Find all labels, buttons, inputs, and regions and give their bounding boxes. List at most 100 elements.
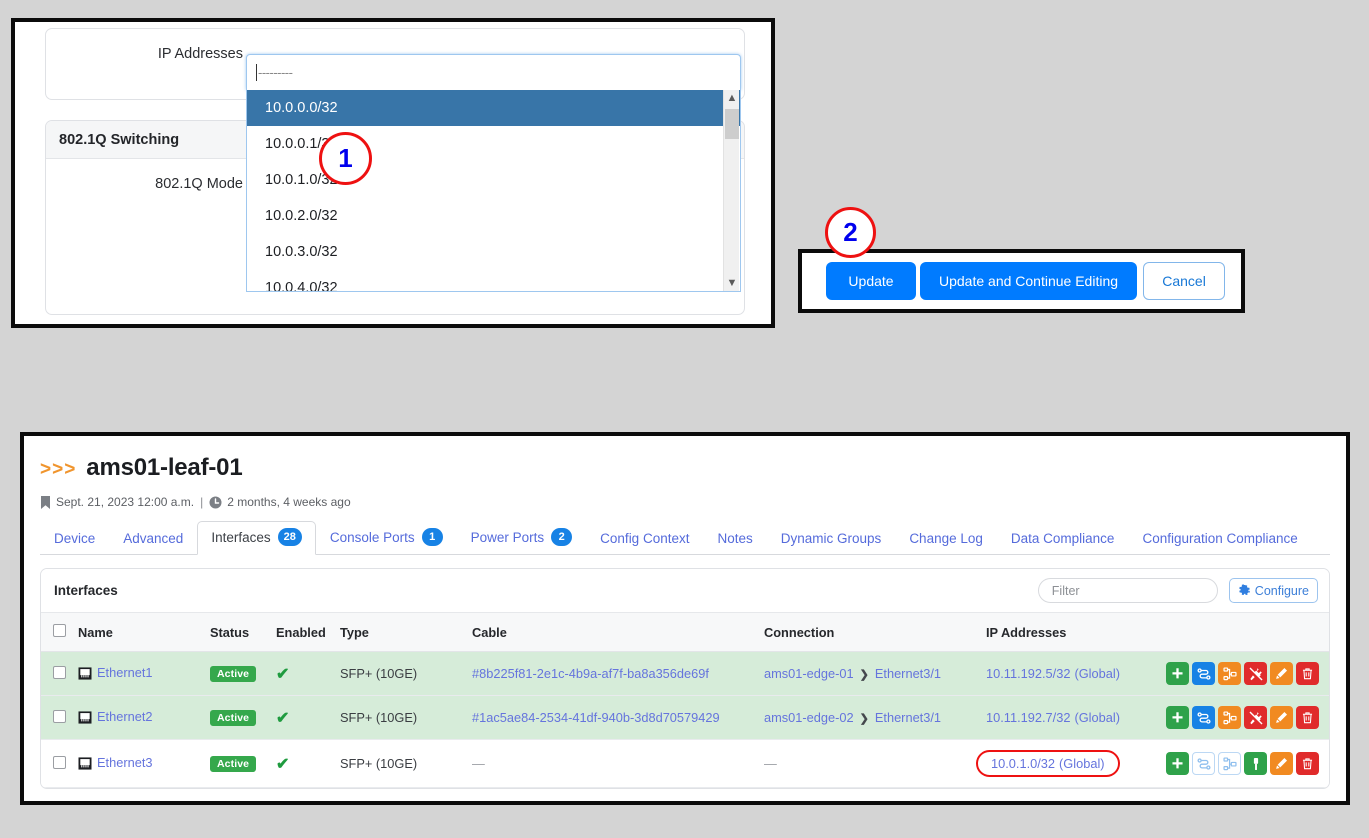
disconnect-icon[interactable] [1244, 706, 1267, 729]
connection-cell: ams01-edge-02❯Ethernet3/1 [758, 696, 980, 740]
option-list-scrollbar[interactable]: ▲ ▼ [723, 90, 739, 292]
tab-label: Console Ports [330, 530, 415, 545]
delete-icon[interactable] [1296, 662, 1319, 685]
cable-cell: #1ac5ae84-2534-41df-940b-3d8d70579429 [466, 696, 758, 740]
filter-placeholder: Filter [1052, 584, 1080, 598]
ip-address-combobox[interactable]: --------- 10.0.0.0/32 10.0.0.1/32 10.0.1… [246, 54, 741, 292]
table-row: Ethernet2Active✔SFP+ (10GE)#1ac5ae84-253… [41, 696, 1329, 740]
option-item[interactable]: 10.0.4.0/32 [247, 270, 740, 292]
row-checkbox[interactable] [53, 666, 66, 679]
ip-address-option-list[interactable]: 10.0.0.0/32 10.0.0.1/32 10.0.1.0/32 10.0… [246, 90, 741, 292]
empty-value: — [764, 756, 777, 771]
connection-interface-link[interactable]: Ethernet3/1 [875, 710, 941, 725]
trace-icon[interactable] [1192, 706, 1215, 729]
tab-dynamic-groups[interactable]: Dynamic Groups [767, 524, 896, 555]
connection-interface-link[interactable]: Ethernet3/1 [875, 666, 941, 681]
ip-address-link[interactable]: 10.11.192.7/32 [986, 710, 1070, 725]
tab-notes[interactable]: Notes [703, 524, 766, 555]
column-header-connection[interactable]: Connection [758, 613, 980, 652]
breadcrumb-arrows-icon: >>> [40, 459, 76, 481]
clock-icon [209, 496, 222, 509]
interface-port-icon [78, 757, 92, 773]
scrollbar-thumb[interactable] [725, 109, 739, 139]
tab-config-context[interactable]: Config Context [586, 524, 703, 555]
ip-address-link[interactable]: 10.11.192.5/32 [986, 666, 1070, 681]
select-all-checkbox[interactable] [53, 624, 66, 637]
update-button[interactable]: Update [826, 262, 916, 300]
add-icon[interactable] [1166, 706, 1189, 729]
page-title: ams01-leaf-01 [86, 454, 242, 482]
interface-name-cell: Ethernet2 [72, 696, 204, 740]
column-header-ip-addresses[interactable]: IP Addresses [980, 613, 1158, 652]
status-badge[interactable]: Active [210, 710, 256, 726]
tab-interfaces[interactable]: Interfaces28 [197, 521, 316, 555]
enabled-cell: ✔ [270, 652, 334, 696]
add-icon[interactable] [1166, 662, 1189, 685]
interfaces-table-title: Interfaces [54, 583, 118, 598]
tab-label: Dynamic Groups [781, 531, 882, 546]
tab-data-compliance[interactable]: Data Compliance [997, 524, 1129, 555]
trace-icon-disabled[interactable] [1192, 752, 1215, 775]
cable-cell: #8b225f81-2e1c-4b9a-af7f-ba8a356de69f [466, 652, 758, 696]
cable-cell: — [466, 740, 758, 788]
filter-input[interactable]: Filter [1038, 578, 1218, 603]
combobox-placeholder: --------- [258, 65, 292, 80]
option-item[interactable]: 10.0.0.0/32 [247, 90, 740, 126]
row-actions-cell [1158, 652, 1329, 696]
status-badge[interactable]: Active [210, 756, 256, 772]
column-header-status[interactable]: Status [204, 613, 270, 652]
tab-label: Change Log [909, 531, 983, 546]
tab-advanced[interactable]: Advanced [109, 524, 197, 555]
ip-address-value: 10.11.192.7/32(Global) [986, 710, 1120, 725]
trace-icon[interactable] [1192, 662, 1215, 685]
cancel-button[interactable]: Cancel [1143, 262, 1225, 300]
cable-link[interactable]: #1ac5ae84-2534-41df-940b-3d8d70579429 [472, 710, 720, 725]
add-icon[interactable] [1166, 752, 1189, 775]
connection-device-link[interactable]: ams01-edge-02 [764, 710, 854, 725]
cable-link[interactable]: #8b225f81-2e1c-4b9a-af7f-ba8a356de69f [472, 666, 709, 681]
delete-icon[interactable] [1296, 752, 1319, 775]
mode-label: 802.1Q Mode [46, 173, 260, 195]
interface-name-link[interactable]: Ethernet3 [97, 755, 153, 770]
column-header-enabled[interactable]: Enabled [270, 613, 334, 652]
update-and-continue-editing-button[interactable]: Update and Continue Editing [920, 262, 1137, 300]
tab-power-ports[interactable]: Power Ports2 [457, 521, 587, 555]
edit-icon[interactable] [1270, 662, 1293, 685]
meta-date: Sept. 21, 2023 12:00 a.m. [56, 495, 194, 509]
topology-icon[interactable] [1218, 706, 1241, 729]
row-actions [1164, 752, 1323, 775]
scroll-down-arrow-icon[interactable]: ▼ [724, 275, 740, 292]
topology-icon-disabled[interactable] [1218, 752, 1241, 775]
ip-address-link[interactable]: 10.0.1.0/32 [991, 756, 1055, 771]
connect-icon[interactable] [1244, 752, 1267, 775]
option-item[interactable]: 10.0.2.0/32 [247, 198, 740, 234]
interface-name-link[interactable]: Ethernet2 [97, 709, 153, 724]
column-header-type[interactable]: Type [334, 613, 466, 652]
delete-icon[interactable] [1296, 706, 1319, 729]
meta-relative-time: 2 months, 4 weeks ago [227, 495, 350, 509]
configure-button[interactable]: Configure [1229, 578, 1318, 603]
column-header-name[interactable]: Name [72, 613, 204, 652]
tab-console-ports[interactable]: Console Ports1 [316, 521, 457, 555]
table-row: Ethernet3Active✔SFP+ (10GE)——10.0.1.0/32… [41, 740, 1329, 788]
interface-name-link[interactable]: Ethernet1 [97, 665, 153, 680]
form-actions-crop-panel: Update Update and Continue Editing Cance… [798, 249, 1245, 313]
enabled-cell: ✔ [270, 696, 334, 740]
status-badge[interactable]: Active [210, 666, 256, 682]
topology-icon[interactable] [1218, 662, 1241, 685]
tab-device[interactable]: Device [40, 524, 109, 555]
edit-icon[interactable] [1270, 752, 1293, 775]
edit-icon[interactable] [1270, 706, 1293, 729]
row-checkbox[interactable] [53, 756, 66, 769]
tab-change-log[interactable]: Change Log [895, 524, 997, 555]
ip-addresses-cell: 10.11.192.7/32(Global) [980, 696, 1158, 740]
row-checkbox[interactable] [53, 710, 66, 723]
option-item[interactable]: 10.0.3.0/32 [247, 234, 740, 270]
disconnect-icon[interactable] [1244, 662, 1267, 685]
connection-device-link[interactable]: ams01-edge-01 [764, 666, 854, 681]
ip-address-value: 10.11.192.5/32(Global) [986, 666, 1120, 681]
scroll-up-arrow-icon[interactable]: ▲ [724, 90, 740, 107]
ip-address-search-input[interactable]: --------- [246, 54, 741, 90]
tab-configuration-compliance[interactable]: Configuration Compliance [1128, 524, 1311, 555]
column-header-cable[interactable]: Cable [466, 613, 758, 652]
